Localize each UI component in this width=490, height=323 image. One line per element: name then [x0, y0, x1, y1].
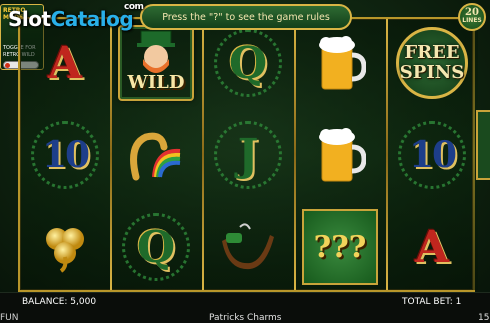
symbol-Q: Q: [204, 19, 292, 107]
celtic-knot-icon: [214, 121, 282, 189]
reel-5: FREE SPINS 10 A: [388, 19, 478, 290]
balance-display: BALANCE: 5,000: [22, 297, 97, 307]
lines-label: LINES: [462, 17, 482, 24]
horseshoe-rainbow-icon: [130, 132, 181, 181]
right-value: 15: [478, 313, 490, 323]
symbol-horseshoe: [112, 111, 200, 199]
symbol-A-glyph: A: [414, 221, 450, 273]
clover-icon: [46, 228, 84, 273]
symbol-beer: [296, 19, 384, 107]
symbol-A: A: [21, 19, 109, 107]
pipe-icon: [222, 223, 274, 270]
logo-main: Slot: [8, 7, 51, 31]
symbol-Q: Q: [112, 203, 200, 291]
symbol-A: A: [388, 203, 476, 291]
symbol-free-spins: FREE SPINS: [388, 19, 476, 107]
reel-1: A 10: [20, 19, 110, 290]
watermark-logo: SlotCatalog com: [8, 2, 144, 31]
symbol-pipe: [204, 203, 292, 291]
lines-badge[interactable]: 20 LINES: [458, 3, 486, 31]
mystery-label: ???: [313, 229, 367, 265]
symbol-clover: [21, 203, 109, 291]
celtic-knot-icon: [31, 121, 99, 189]
logo-suffix: com: [124, 2, 144, 12]
side-panel-edge: [476, 110, 490, 180]
celtic-knot-icon: [398, 121, 466, 189]
reel-area: A 10 WILD Q Q J ??? FREE SPINS 10 A: [18, 17, 478, 292]
celtic-knot-icon: [214, 29, 282, 97]
wild-label: WILD: [127, 72, 185, 93]
reel-2: WILD Q: [112, 19, 202, 290]
free-spins-label: FREE SPINS: [399, 42, 465, 83]
symbol-J: J: [204, 111, 292, 199]
logo-accent: Catalog: [50, 7, 134, 31]
slot-game: RETRO MODE TOGGLE FOR RETRO WILD A 10: [0, 0, 490, 323]
symbol-mystery: ???: [296, 203, 384, 291]
symbol-10: 10: [388, 111, 476, 199]
symbol-10: 10: [21, 111, 109, 199]
mode-label: FUN: [0, 313, 19, 323]
beer-mug-icon: [319, 36, 366, 90]
reel-3: Q J: [204, 19, 294, 290]
symbol-wild: WILD: [112, 19, 200, 107]
symbol-beer: [296, 111, 384, 199]
celtic-knot-icon: [122, 213, 190, 281]
hint-bar: Press the "?" to see the game rules: [140, 4, 352, 30]
hint-text: Press the "?" to see the game rules: [162, 11, 330, 23]
beer-mug-icon: [319, 128, 366, 182]
status-bar: BALANCE: 5,000 TOTAL BET: 1 FUN Patricks…: [0, 292, 490, 323]
symbol-A-glyph: A: [47, 37, 83, 89]
reel-4: ???: [296, 19, 386, 290]
total-bet-display[interactable]: TOTAL BET: 1: [402, 297, 461, 307]
game-name: Patricks Charms: [209, 313, 282, 323]
lines-count: 20: [465, 7, 479, 18]
